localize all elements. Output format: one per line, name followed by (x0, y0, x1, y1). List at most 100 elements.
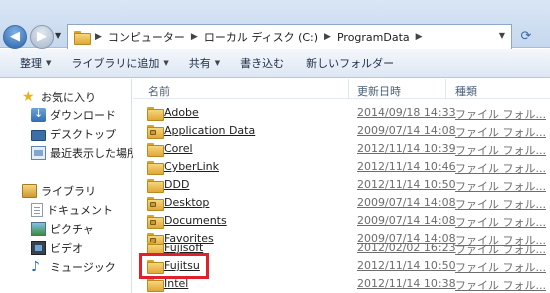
file-date: 2014/09/18 14:33 (357, 106, 456, 119)
nav-videos[interactable]: ビデオ (31, 239, 83, 257)
file-type: ファイル フォル... (455, 216, 546, 229)
column-header-name[interactable]: 名前 (148, 83, 170, 99)
file-row[interactable]: CyberLink 2012/11/14 10:46 ファイル フォル... (133, 158, 550, 176)
address-box[interactable]: ▶ コンピューター ▶ ローカル ディスク (C:) ▶ ProgramData… (67, 24, 512, 50)
history-dropdown-icon[interactable]: ▼ (55, 31, 65, 43)
chevron-right-icon[interactable]: ▶ (324, 32, 331, 42)
chevron-right-icon[interactable]: ▶ (95, 32, 102, 42)
nav-label: ライブラリ (41, 185, 96, 198)
folder-icon (147, 278, 164, 292)
file-type: ファイル フォル... (455, 126, 546, 139)
file-row[interactable]: Corel 2012/11/14 10:39 ファイル フォル... (133, 140, 550, 158)
music-note-icon: ♪ (31, 259, 40, 275)
chevron-right-icon[interactable]: ▶ (416, 32, 423, 42)
file-date: 2012/11/14 10:46 (357, 160, 456, 173)
back-button[interactable]: ◀ (3, 25, 27, 49)
nav-label: ダウンロード (50, 109, 116, 122)
nav-libraries[interactable]: ライブラリ (22, 182, 96, 200)
file-name[interactable]: Desktop (164, 196, 209, 209)
file-row[interactable]: DDD 2012/11/14 10:50 ファイル フォル... (133, 176, 550, 194)
lock-icon (150, 130, 156, 135)
lock-icon (150, 202, 156, 207)
forward-button[interactable]: ▶ (30, 25, 54, 49)
organize-button[interactable]: 整理 ▼ (20, 49, 51, 78)
folder-icon (147, 161, 164, 175)
burn-button[interactable]: 書き込む (240, 49, 284, 78)
download-icon (31, 107, 46, 122)
column-divider[interactable] (348, 79, 349, 99)
command-bar: 整理 ▼ ライブラリに追加 ▼ 共有 ▼ 書き込む 新しいフォルダー (0, 49, 550, 78)
column-header-type[interactable]: 種類 (455, 83, 477, 99)
lock-icon (150, 220, 156, 225)
nav-label: ビデオ (50, 242, 83, 255)
file-date: 2012/02/02 16:23 (357, 241, 456, 254)
breadcrumb-programdata[interactable]: ProgramData (337, 31, 410, 44)
file-date: 2009/07/14 14:08 (357, 124, 456, 137)
address-dropdown-icon[interactable]: ▼ (499, 31, 505, 40)
nav-label: デスクトップ (50, 128, 116, 141)
folder-icon (147, 143, 164, 157)
column-header-row: 名前 更新日時 種類 (133, 79, 550, 99)
include-in-library-button[interactable]: ライブラリに追加 ▼ (71, 49, 168, 78)
column-header-date[interactable]: 更新日時 (357, 83, 401, 99)
folder-icon (74, 31, 91, 45)
folder-icon (147, 179, 164, 193)
nav-label: ピクチャ (50, 223, 94, 236)
file-type: ファイル フォル... (455, 162, 546, 175)
share-label: 共有 (188, 56, 211, 70)
file-type: ファイル フォル... (455, 144, 546, 157)
nav-recent-places[interactable]: 最近表示した場所 (31, 144, 138, 162)
file-type: ファイル フォル... (455, 108, 546, 121)
navigation-pane: ★ お気に入り ダウンロード デスクトップ 最近表示した場所 ライブラリ ドキュ… (0, 79, 138, 293)
file-type: ファイル フォル... (455, 180, 546, 193)
file-row[interactable]: Application Data 2009/07/14 14:08 ファイル フ… (133, 122, 550, 140)
desktop-icon (31, 129, 46, 141)
nav-label: ドキュメント (47, 204, 113, 217)
address-bar-row: ◀ ▶ ▼ ▶ コンピューター ▶ ローカル ディスク (C:) ▶ Progr… (0, 0, 550, 50)
file-date: 2012/11/14 10:38 (357, 277, 456, 290)
nav-label: 最近表示した場所 (50, 147, 138, 160)
nav-downloads[interactable]: ダウンロード (31, 106, 116, 124)
highlight-box (139, 253, 209, 279)
chevron-right-icon[interactable]: ▶ (191, 32, 198, 42)
nav-desktop[interactable]: デスクトップ (31, 125, 116, 143)
refresh-icon[interactable]: ⟳ (516, 27, 536, 47)
file-name[interactable]: Adobe (164, 106, 199, 119)
organize-label: 整理 (20, 56, 42, 70)
picture-icon (31, 222, 46, 236)
document-icon (31, 203, 43, 217)
file-name[interactable]: Application Data (164, 124, 255, 137)
file-date: 2009/07/14 14:08 (357, 196, 456, 209)
file-type: ファイル フォル... (455, 198, 546, 211)
library-icon (22, 184, 37, 198)
folder-icon (147, 107, 164, 121)
breadcrumb-local-disk[interactable]: ローカル ディスク (C:) (204, 29, 318, 45)
new-folder-button[interactable]: 新しいフォルダー (306, 49, 394, 78)
chevron-down-icon: ▼ (46, 59, 52, 67)
star-icon: ★ (22, 89, 35, 105)
recent-places-icon (31, 146, 46, 160)
file-name[interactable]: Documents (164, 214, 227, 227)
file-name[interactable]: Corel (164, 142, 193, 155)
file-date: 2012/11/14 10:50 (357, 259, 456, 272)
include-library-label: ライブラリに追加 (71, 56, 160, 70)
file-row[interactable]: Documents 2009/07/14 14:08 ファイル フォル... (133, 212, 550, 230)
video-icon (31, 241, 46, 255)
nav-favorites[interactable]: ★ お気に入り (22, 88, 96, 106)
file-date: 2012/11/14 10:50 (357, 178, 456, 191)
nav-documents[interactable]: ドキュメント (31, 201, 113, 219)
nav-pictures[interactable]: ピクチャ (31, 220, 94, 238)
file-name[interactable]: CyberLink (164, 160, 219, 173)
file-name[interactable]: DDD (164, 178, 189, 191)
file-date: 2009/07/14 14:08 (357, 214, 456, 227)
column-divider[interactable] (445, 79, 446, 99)
file-type: ファイル フォル... (455, 279, 546, 292)
file-type: ファイル フォル... (455, 261, 546, 274)
file-type: ファイル フォル... (455, 243, 546, 256)
nav-music[interactable]: ♪ ミュージック (31, 258, 116, 276)
chevron-down-icon: ▼ (214, 59, 221, 67)
file-row[interactable]: Desktop 2009/07/14 14:08 ファイル フォル... (133, 194, 550, 212)
file-row[interactable]: Adobe 2014/09/18 14:33 ファイル フォル... (133, 104, 550, 122)
breadcrumb-computer[interactable]: コンピューター (108, 29, 185, 45)
share-button[interactable]: 共有 ▼ (189, 49, 220, 78)
